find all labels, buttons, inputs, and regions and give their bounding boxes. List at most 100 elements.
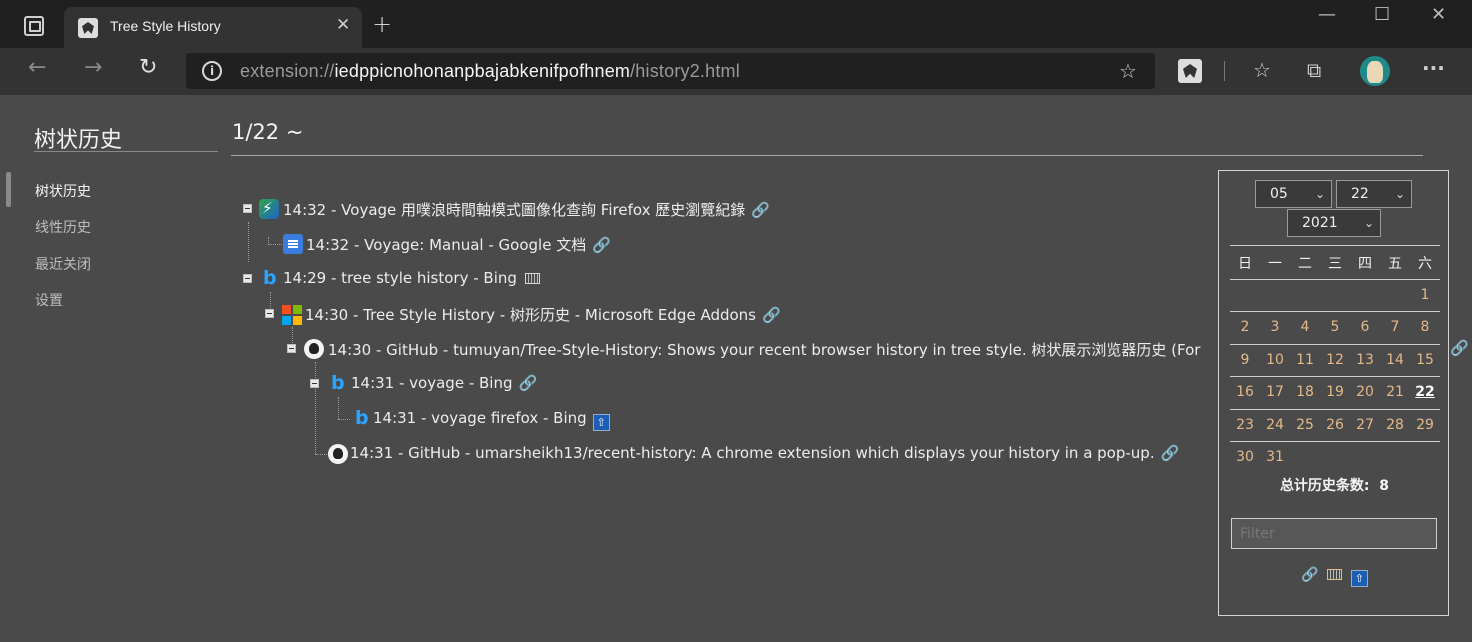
- day-select[interactable]: 22 ⌄: [1336, 180, 1412, 208]
- history-entry-text[interactable]: 14:32 - Voyage: Manual - Google 文档 🔗: [306, 234, 611, 255]
- calendar-day[interactable]: 5: [1320, 319, 1350, 335]
- add-favorite-icon[interactable]: ☆: [1119, 59, 1137, 83]
- calendar-day[interactable]: 30: [1230, 449, 1260, 465]
- history-entry-text[interactable]: 14:30 - GitHub - tumuyan/Tree-Style-Hist…: [328, 339, 1200, 360]
- entry-title: 14:30 - Tree Style History - 树形历史 - Micr…: [305, 306, 756, 324]
- calendar-day[interactable]: 6: [1350, 319, 1380, 335]
- heading-divider: [231, 155, 1423, 156]
- history-entry-text[interactable]: 14:31 - voyage - Bing 🔗: [351, 374, 537, 392]
- calendar-day[interactable]: 23: [1230, 417, 1260, 433]
- url-text[interactable]: extension://iedppicnohonanpbajabkenifpof…: [240, 61, 740, 82]
- sidebar-item-linear-history[interactable]: 线性历史: [35, 217, 91, 237]
- link-icon[interactable]: 🔗: [592, 236, 611, 254]
- link-icon[interactable]: 🔗: [1450, 339, 1469, 357]
- weekday-label: 四: [1358, 256, 1372, 272]
- calendar-day[interactable]: 11: [1290, 352, 1320, 368]
- calendar-day[interactable]: 4: [1290, 319, 1320, 335]
- collapse-icon[interactable]: [310, 379, 319, 388]
- calendar-day[interactable]: 28: [1380, 417, 1410, 433]
- bing-icon: [351, 407, 371, 429]
- legend: 🔗 ⇧: [1219, 567, 1450, 587]
- sidebar-divider: [34, 151, 218, 152]
- link-icon[interactable]: 🔗: [762, 306, 781, 324]
- tree-connector: [315, 454, 327, 455]
- history-entry-text[interactable]: 14:29 - tree style history - Bing: [283, 269, 540, 287]
- tab-actions-icon[interactable]: [24, 16, 44, 36]
- history-entry-text[interactable]: 14:32 - Voyage 用噗浪時間軸模式圖像化查詢 Firefox 歷史瀏…: [283, 199, 770, 220]
- month-select[interactable]: 05 ⌄: [1255, 180, 1332, 208]
- keyboard-icon[interactable]: [524, 273, 540, 284]
- minimize-button[interactable]: —: [1318, 4, 1336, 25]
- window-close-button[interactable]: ✕: [1431, 4, 1446, 25]
- calendar-day[interactable]: 17: [1260, 384, 1290, 400]
- filter-input[interactable]: [1231, 518, 1437, 549]
- calendar-day[interactable]: 24: [1260, 417, 1290, 433]
- address-bar[interactable]: i extension://iedppicnohonanpbajabkenifp…: [186, 53, 1155, 89]
- tab-strip: Tree Style History ✕ + — ☐ ✕: [0, 0, 1472, 48]
- sidebar-item-tree-history[interactable]: 树状历史: [35, 181, 91, 201]
- calendar-day[interactable]: 13: [1350, 352, 1380, 368]
- browser-toolbar: ← → ↻ i extension://iedppicnohonanpbajab…: [0, 48, 1472, 95]
- info-icon[interactable]: i: [202, 61, 222, 81]
- calendar-week-divider: [1230, 344, 1440, 345]
- day-value: 22: [1351, 186, 1369, 202]
- calendar-day[interactable]: 10: [1260, 352, 1290, 368]
- sidebar-item-recently-closed[interactable]: 最近关闭: [35, 254, 91, 274]
- year-select[interactable]: 2021 ⌄: [1287, 209, 1381, 237]
- calendar-day[interactable]: 3: [1260, 319, 1290, 335]
- calendar-day[interactable]: 18: [1290, 384, 1320, 400]
- forward-button[interactable]: →: [84, 55, 102, 80]
- history-entry-text[interactable]: 14:31 - voyage firefox - Bing ⇧: [373, 409, 610, 431]
- collapse-icon[interactable]: [265, 309, 274, 318]
- more-menu-icon[interactable]: ···: [1422, 56, 1445, 80]
- calendar-day[interactable]: 8: [1410, 319, 1440, 335]
- collapse-icon[interactable]: [287, 344, 296, 353]
- link-icon[interactable]: 🔗: [751, 201, 770, 219]
- collections-icon[interactable]: ⧉: [1307, 58, 1321, 82]
- tab-tree-style-history[interactable]: Tree Style History ✕: [64, 7, 362, 48]
- calendar-day[interactable]: 25: [1290, 417, 1320, 433]
- collapse-icon[interactable]: [243, 204, 252, 213]
- keyboard-icon[interactable]: [1327, 569, 1343, 580]
- favorites-icon[interactable]: ☆: [1253, 58, 1271, 82]
- calendar-day[interactable]: 19: [1320, 384, 1350, 400]
- collapse-icon[interactable]: [243, 274, 252, 283]
- weekday-label: 二: [1298, 256, 1312, 272]
- total-label: 总计历史条数:: [1279, 478, 1370, 494]
- sidebar-item-settings[interactable]: 设置: [35, 290, 63, 310]
- calendar-day[interactable]: 12: [1320, 352, 1350, 368]
- profile-avatar[interactable]: [1360, 56, 1390, 86]
- calendar-day[interactable]: 15: [1410, 352, 1440, 368]
- calendar-day[interactable]: 2: [1230, 319, 1260, 335]
- calendar-day[interactable]: 27: [1350, 417, 1380, 433]
- calendar-day[interactable]: 9: [1230, 352, 1260, 368]
- refresh-button[interactable]: ↻: [139, 55, 157, 80]
- calendar-day[interactable]: 1: [1410, 287, 1440, 303]
- new-tab-button[interactable]: +: [372, 10, 392, 38]
- tree-connector: [248, 222, 249, 262]
- back-button[interactable]: ←: [28, 55, 46, 80]
- calendar-day[interactable]: 22: [1410, 384, 1440, 400]
- calendar-day[interactable]: 31: [1260, 449, 1290, 465]
- close-tab-icon[interactable]: ✕: [336, 15, 350, 35]
- maximize-button[interactable]: ☐: [1374, 4, 1390, 25]
- calendar-day[interactable]: 7: [1380, 319, 1410, 335]
- calendar-day[interactable]: 20: [1350, 384, 1380, 400]
- link-icon[interactable]: 🔗: [1301, 567, 1318, 583]
- history-entry-text[interactable]: 14:30 - Tree Style History - 树形历史 - Micr…: [305, 304, 781, 325]
- calendar-day[interactable]: 16: [1230, 384, 1260, 400]
- chevron-down-icon: ⌄: [1363, 216, 1374, 230]
- history-entry-text[interactable]: 14:31 - GitHub - umarsheikh13/recent-his…: [350, 444, 1179, 462]
- entry-title: 14:31 - voyage firefox - Bing: [373, 409, 587, 427]
- extension-icon[interactable]: [1178, 59, 1202, 83]
- calendar-day[interactable]: 21: [1380, 384, 1410, 400]
- calendar-day[interactable]: 26: [1320, 417, 1350, 433]
- calendar-day[interactable]: 29: [1410, 417, 1440, 433]
- up-arrow-icon[interactable]: ⇧: [592, 414, 610, 431]
- url-scheme: extension://: [240, 61, 335, 81]
- calendar-day[interactable]: 14: [1380, 352, 1410, 368]
- up-arrow-icon[interactable]: ⇧: [1350, 570, 1368, 587]
- link-icon[interactable]: 🔗: [1161, 444, 1180, 462]
- link-icon[interactable]: 🔗: [518, 374, 537, 392]
- tree-connector: [315, 362, 316, 454]
